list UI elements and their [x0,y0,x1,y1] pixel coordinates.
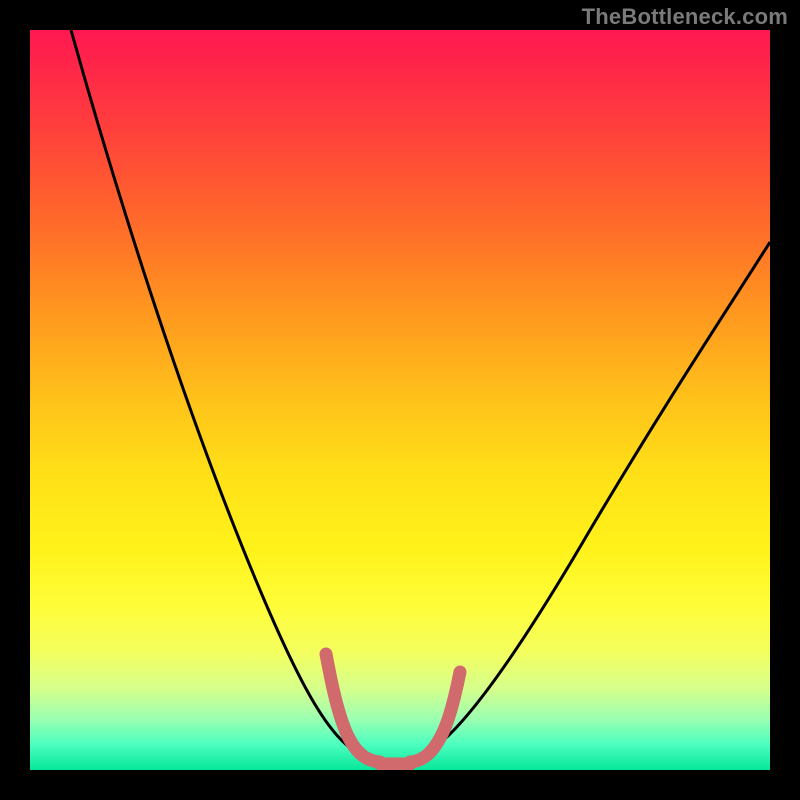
optimal-highlight [326,654,460,764]
watermark-text: TheBottleneck.com [582,4,788,30]
chart-frame: TheBottleneck.com [0,0,800,800]
bottleneck-curve [71,30,770,761]
chart-svg [30,30,770,770]
chart-plot-area [30,30,770,770]
